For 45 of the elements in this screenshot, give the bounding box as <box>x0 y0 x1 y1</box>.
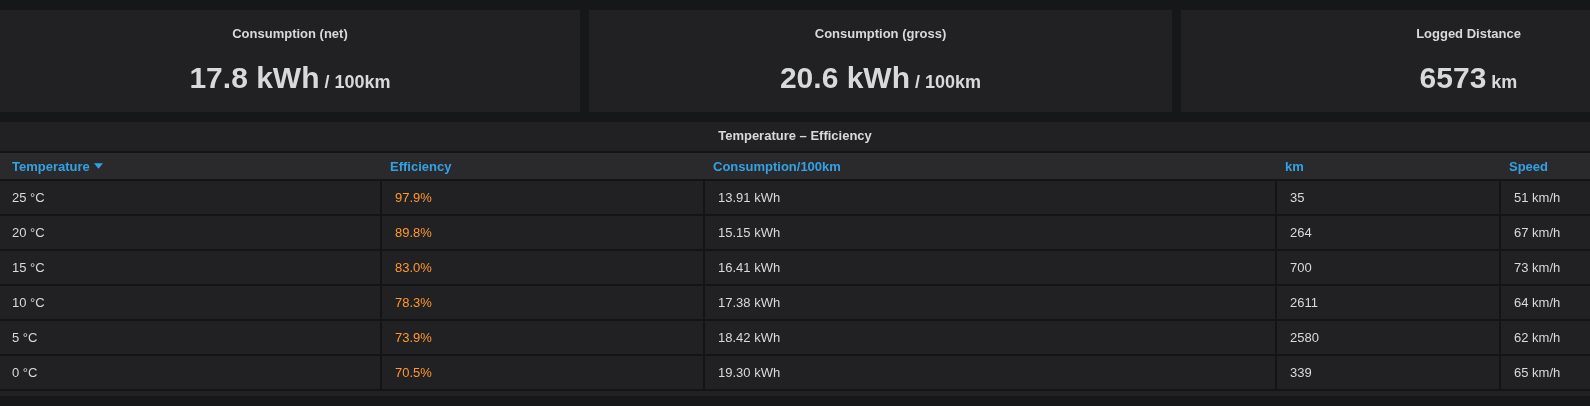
column-header[interactable]: Efficiency <box>380 153 703 181</box>
table-cell: 2580 <box>1275 321 1499 356</box>
table-cell: 13.91 kWh <box>703 181 1275 216</box>
table-cell: 19.30 kWh <box>703 356 1275 391</box>
table-cell: 62 km/h <box>1499 321 1590 356</box>
table-cell: 2611 <box>1275 286 1499 321</box>
table-cell: 15.15 kWh <box>703 216 1275 251</box>
column-header[interactable]: Speed <box>1499 153 1590 181</box>
panel-title: Logged Distance <box>1416 26 1521 41</box>
table-cell: 67 km/h <box>1499 216 1590 251</box>
table-cell: 10 °C <box>0 286 380 321</box>
table-cell: 64 km/h <box>1499 286 1590 321</box>
table-cell: 70.5% <box>380 356 703 391</box>
caret-icon <box>93 163 103 169</box>
stat-unit: km <box>1491 72 1518 93</box>
table-cell: 51 km/h <box>1499 181 1590 216</box>
table-cell: 18.42 kWh <box>703 321 1275 356</box>
table-cell: 83.0% <box>380 251 703 286</box>
column-header[interactable]: Temperature <box>0 153 380 181</box>
panel-title: Consumption (gross) <box>814 26 947 41</box>
stat-unit: / 100km <box>915 72 982 93</box>
table-cell: 264 <box>1275 216 1499 251</box>
table-cell: 89.8% <box>380 216 703 251</box>
table-cell: 339 <box>1275 356 1499 391</box>
column-header[interactable]: km <box>1275 153 1499 181</box>
stat-value: 17.8 kWh <box>189 61 320 95</box>
table-cell: 73.9% <box>380 321 703 356</box>
table-cell: 16.41 kWh <box>703 251 1275 286</box>
table-cell: 20 °C <box>0 216 380 251</box>
panel-title: Consumption (net) <box>232 26 348 41</box>
table-cell: 17.38 kWh <box>703 286 1275 321</box>
table-cell: 0 °C <box>0 356 380 391</box>
column-header[interactable]: Consumption/100km <box>703 153 1275 181</box>
table-cell: 78.3% <box>380 286 703 321</box>
table-cell: 73 km/h <box>1499 251 1590 286</box>
table-cell: 35 <box>1275 181 1499 216</box>
table-cell: 700 <box>1275 251 1499 286</box>
stat-value: 6573 <box>1419 61 1487 95</box>
table-cell: 65 km/h <box>1499 356 1590 391</box>
table-cell: 15 °C <box>0 251 380 286</box>
table-cell: 97.9% <box>380 181 703 216</box>
table-cell: 5 °C <box>0 321 380 356</box>
stat-value: 20.6 kWh <box>779 61 910 95</box>
stat-unit: / 100km <box>324 72 391 93</box>
table-cell: 25 °C <box>0 181 380 216</box>
